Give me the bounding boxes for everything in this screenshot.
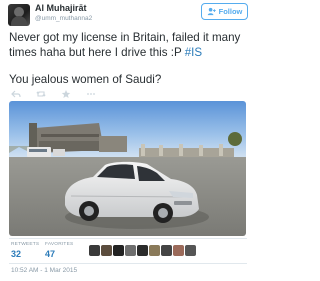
favoriters-avatars — [89, 245, 196, 256]
tweet-text-line-2: times haha but here I drive this :P — [9, 46, 185, 59]
timestamp[interactable]: 10:52 AM - 1 Mar 2015 — [11, 267, 77, 274]
avatar[interactable] — [149, 245, 160, 256]
avatar[interactable] — [185, 245, 196, 256]
tweet-stats: RETWEETS 32 FAVORITES 47 — [9, 240, 247, 262]
tweet-text-line-1: Never got my license in Britain, failed … — [9, 31, 241, 44]
tweet-text: Never got my license in Britain, failed … — [9, 30, 247, 60]
avatar[interactable] — [161, 245, 172, 256]
tweet-header: Al Muhajirāt @umm_muthanna2 Follow — [0, 0, 252, 28]
favorites-count[interactable]: 47 — [45, 249, 55, 259]
divider-bottom — [9, 263, 247, 264]
more-icon[interactable] — [86, 89, 96, 99]
favorites-label: FAVORITES — [45, 242, 74, 247]
retweets-count[interactable]: 32 — [11, 249, 21, 259]
reply-icon[interactable] — [11, 89, 21, 99]
tweet-text-line-3: You jealous women of Saudi? — [9, 73, 162, 86]
display-name[interactable]: Al Muhajirāt — [35, 3, 87, 13]
favorite-icon[interactable] — [61, 89, 71, 99]
avatar[interactable] — [137, 245, 148, 256]
follow-user-icon — [207, 7, 216, 16]
avatar[interactable] — [8, 4, 30, 26]
tweet-photo[interactable] — [9, 101, 246, 236]
avatar[interactable] — [113, 245, 124, 256]
retweet-icon[interactable] — [36, 89, 46, 99]
hashtag-link[interactable]: #IS — [185, 46, 202, 59]
avatar[interactable] — [173, 245, 184, 256]
tweet-actions — [11, 88, 96, 100]
follow-button[interactable]: Follow — [201, 3, 248, 20]
car-photo — [9, 101, 246, 236]
avatar[interactable] — [89, 245, 100, 256]
retweets-label: RETWEETS — [11, 242, 40, 247]
divider-top — [9, 238, 247, 239]
follow-label: Follow — [218, 7, 243, 16]
avatar[interactable] — [101, 245, 112, 256]
avatar[interactable] — [125, 245, 136, 256]
username[interactable]: @umm_muthanna2 — [35, 15, 92, 22]
